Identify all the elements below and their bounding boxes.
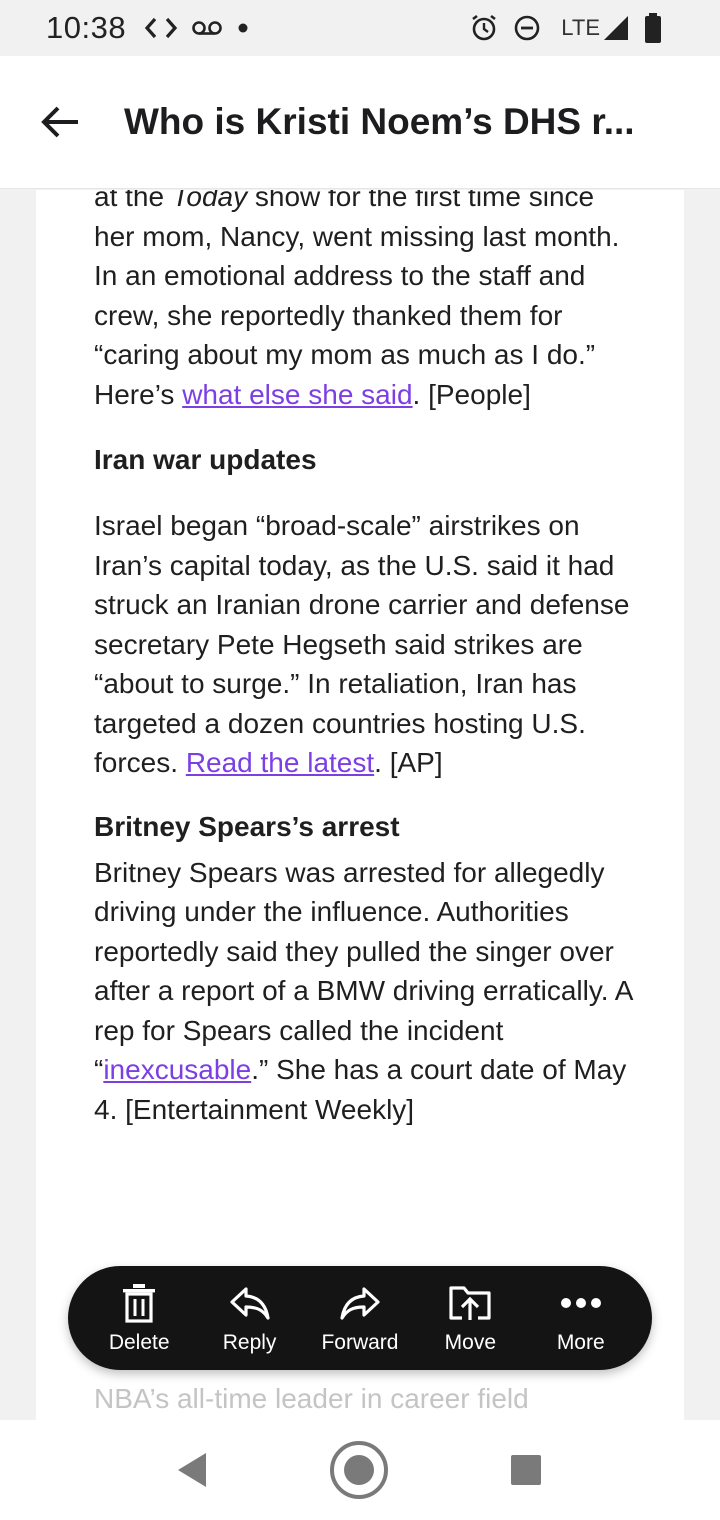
- home-circle-icon: [330, 1441, 388, 1499]
- email-action-bar: Delete Reply Forward Move More: [68, 1266, 652, 1370]
- status-bar: 10:38 LTE: [0, 0, 720, 56]
- app-header: Who is Kristi Noem’s DHS r...: [0, 56, 720, 189]
- trash-icon: [121, 1281, 157, 1325]
- reply-button[interactable]: Reply: [200, 1281, 300, 1355]
- cutoff-text-line: NBA’s all-time leader in career field: [94, 1383, 529, 1414]
- article-body: at the Today show for the first time sin…: [94, 190, 639, 1129]
- more-dots-icon: [560, 1281, 602, 1325]
- heading-iran-war-updates: Iran war updates: [94, 444, 317, 475]
- move-label: Move: [444, 1331, 497, 1354]
- heading-britney-spears-arrest: Britney Spears’s arrest: [94, 810, 400, 842]
- nav-back-button[interactable]: [170, 1448, 214, 1492]
- code-icon: [144, 16, 178, 40]
- dot-icon: [236, 21, 250, 35]
- back-button[interactable]: [38, 100, 82, 144]
- status-time: 10:38: [46, 10, 127, 45]
- reply-label: Reply: [222, 1331, 277, 1354]
- more-button[interactable]: More: [531, 1281, 631, 1355]
- nav-recents-button[interactable]: [506, 1450, 546, 1490]
- delete-button[interactable]: Delete: [89, 1281, 189, 1355]
- nav-home-button[interactable]: [328, 1439, 390, 1501]
- email-body-scroll[interactable]: at the Today show for the first time sin…: [0, 190, 720, 1420]
- email-card: at the Today show for the first time sin…: [36, 190, 684, 1420]
- alarm-icon: [469, 13, 499, 43]
- link-inexcusable[interactable]: inexcusable: [103, 1054, 251, 1085]
- paragraph-britney: Britney Spears was arrested for allegedl…: [94, 856, 632, 1125]
- email-subject-title: Who is Kristi Noem’s DHS r...: [124, 101, 635, 142]
- paragraph-iran: Israel began “broad-scale” airstrikes on…: [94, 510, 630, 778]
- move-icon: [448, 1281, 492, 1325]
- triangle-back-icon: [178, 1453, 206, 1487]
- paragraph-today-show: at the Today show for the first time sin…: [94, 190, 620, 410]
- network-type: LTE: [561, 15, 600, 40]
- link-what-else-she-said[interactable]: what else she said: [182, 379, 412, 410]
- link-read-the-latest[interactable]: Read the latest: [186, 747, 374, 778]
- signal-icon: [602, 14, 630, 42]
- system-nav-bar: [0, 1420, 720, 1520]
- forward-label: Forward: [321, 1331, 399, 1354]
- forward-button[interactable]: Forward: [310, 1281, 410, 1355]
- battery-icon: [644, 12, 662, 44]
- delete-label: Delete: [108, 1331, 170, 1354]
- move-button[interactable]: Move: [420, 1281, 520, 1355]
- do-not-disturb-icon: [513, 14, 541, 42]
- more-label: More: [556, 1331, 605, 1354]
- reply-icon: [229, 1281, 271, 1325]
- back-arrow-icon: [41, 106, 78, 138]
- square-recents-icon: [511, 1455, 541, 1485]
- voicemail-icon: [192, 19, 222, 37]
- forward-icon: [339, 1281, 381, 1325]
